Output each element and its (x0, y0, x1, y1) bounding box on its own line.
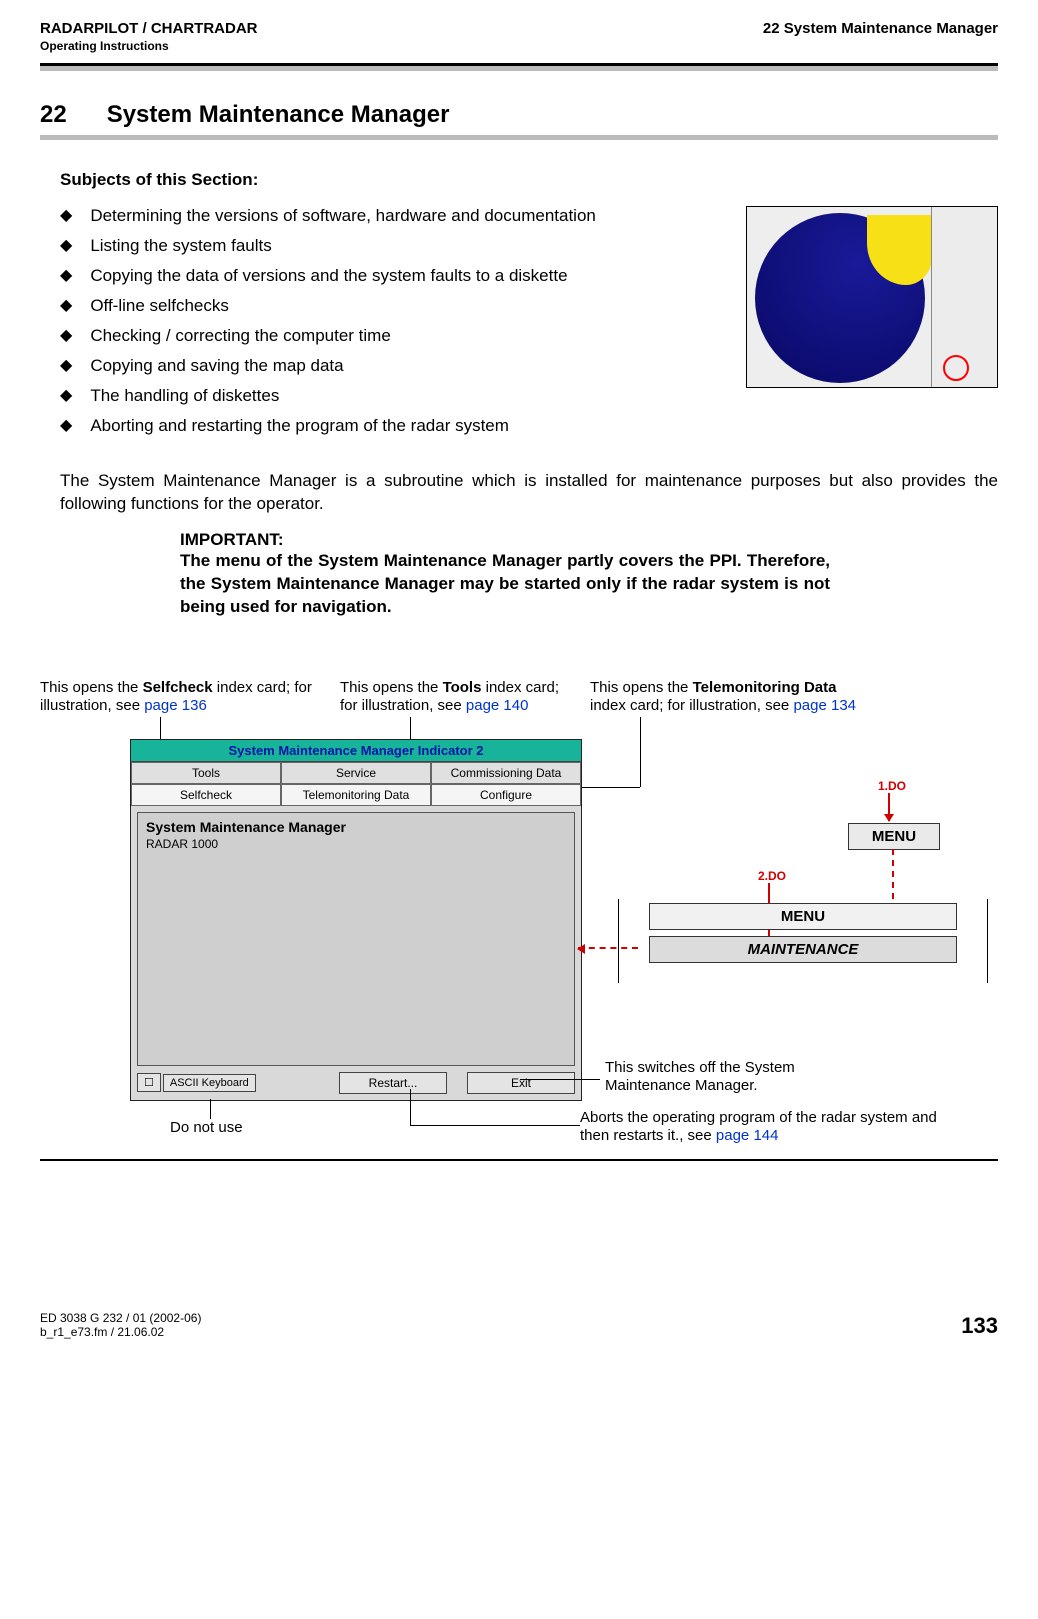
tab-tools[interactable]: Tools (131, 762, 281, 784)
annotation-telemonitoring: This opens the Telemonitoring Data index… (590, 679, 900, 717)
subjects-list: ◆ Determining the versions of software, h… (60, 206, 728, 446)
list-item: Listing the system faults (90, 236, 271, 256)
annotation-selfcheck: This opens the Selfcheck index card; for… (40, 679, 320, 717)
ascii-keyboard-toggle[interactable]: ☐ (137, 1073, 161, 1092)
tab-telemonitoring[interactable]: Telemonitoring Data (281, 784, 431, 806)
annotation-tools: This opens the Tools index card; for ill… (340, 679, 570, 717)
list-item: Copying and saving the map data (90, 356, 343, 376)
tab-service[interactable]: Service (281, 762, 431, 784)
inner-title: System Maintenance Manager (146, 819, 566, 835)
ascii-keyboard-label[interactable]: ASCII Keyboard (163, 1074, 256, 1092)
smm-window: System Maintenance Manager Indicator 2 T… (130, 739, 582, 1101)
arrow-dashed-down-icon (892, 849, 894, 899)
chapter-title: System Maintenance Manager (107, 101, 450, 129)
bullet-icon: ◆ (60, 266, 72, 286)
doc-title-right: 22 System Maintenance Manager (763, 20, 998, 37)
radar-thumbnail (746, 206, 998, 388)
inner-subtitle: RADAR 1000 (146, 837, 566, 851)
intro-paragraph: The System Maintenance Manager is a subr… (60, 470, 998, 516)
footer-filename: b_r1_e73.fm / 21.06.02 (40, 1325, 201, 1339)
bullet-icon: ◆ (60, 326, 72, 346)
doc-title-left: RADARPILOT / CHARTRADAR (40, 20, 258, 37)
list-item: Off-line selfchecks (90, 296, 229, 316)
window-body: System Maintenance Manager RADAR 1000 (137, 812, 575, 1066)
bullet-icon: ◆ (60, 296, 72, 316)
annotation-do-not-use: Do not use (170, 1119, 243, 1138)
arrow-down-icon (888, 793, 890, 821)
step-1-label: 1.DO (878, 779, 906, 793)
highlight-circle-icon (943, 355, 969, 381)
page-number: 133 (961, 1313, 998, 1339)
maintenance-item[interactable]: MAINTENANCE (649, 936, 957, 963)
page-ref-link[interactable]: page 144 (716, 1127, 779, 1144)
bullet-icon: ◆ (60, 356, 72, 376)
tab-configure[interactable]: Configure (431, 784, 581, 806)
window-titlebar: System Maintenance Manager Indicator 2 (131, 740, 581, 762)
tab-selfcheck[interactable]: Selfcheck (131, 784, 281, 806)
list-item: Aborting and restarting the program of t… (90, 416, 509, 436)
page-ref-link[interactable]: page 134 (793, 697, 856, 714)
bullet-icon: ◆ (60, 386, 72, 406)
page-ref-link[interactable]: page 140 (466, 697, 529, 714)
bullet-icon: ◆ (60, 236, 72, 256)
list-item: Checking / correcting the computer time (90, 326, 390, 346)
exit-button[interactable]: Exit (467, 1072, 575, 1094)
bullet-icon: ◆ (60, 206, 72, 226)
tab-commissioning[interactable]: Commissioning Data (431, 762, 581, 784)
chapter-rule-grey (40, 135, 998, 140)
list-item: The handling of diskettes (90, 386, 279, 406)
restart-button[interactable]: Restart... (339, 1072, 447, 1094)
list-item: Determining the versions of software, ha… (90, 206, 596, 226)
list-item: Copying the data of versions and the sys… (90, 266, 567, 286)
footer-rule (40, 1159, 998, 1161)
chapter-number: 22 (40, 101, 67, 129)
page-ref-link[interactable]: page 136 (144, 697, 207, 714)
important-title: IMPORTANT: (180, 530, 830, 550)
important-body: The menu of the System Maintenance Manag… (180, 550, 830, 619)
subjects-heading: Subjects of this Section: (60, 170, 998, 190)
footer-doc-id: ED 3038 G 232 / 01 (2002-06) (40, 1311, 201, 1325)
bullet-icon: ◆ (60, 416, 72, 436)
header-rule-grey (40, 66, 998, 71)
menu-bar[interactable]: MENU (649, 903, 957, 930)
arrow-left-icon (578, 947, 638, 951)
annotation-switch-off: This switches off the System Maintenance… (605, 1059, 865, 1097)
step-2-label: 2.DO (758, 869, 786, 883)
doc-subtitle: Operating Instructions (40, 39, 998, 53)
annotation-restart: Aborts the operating program of the rada… (580, 1109, 940, 1147)
menu-button[interactable]: MENU (848, 823, 940, 850)
